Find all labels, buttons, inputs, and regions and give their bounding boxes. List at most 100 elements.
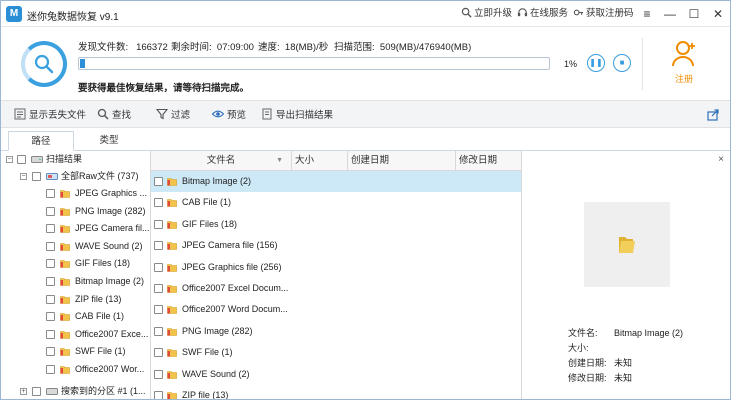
show-lost-files-button[interactable]: 显示丢失文件 (14, 108, 86, 122)
tree-checkbox[interactable] (46, 206, 55, 216)
tree-label: JPEG Camera fil... (75, 223, 150, 234)
row-checkbox[interactable] (154, 177, 163, 186)
column-size[interactable]: 大小 (292, 151, 348, 171)
preview-button[interactable]: 预览 (212, 108, 246, 122)
preview-close-button[interactable]: × (718, 154, 724, 165)
folder-icon (60, 242, 70, 251)
upgrade-link[interactable]: 立即升级 (461, 7, 512, 21)
tree-item[interactable]: WAVE Sound (2) (1, 238, 150, 255)
tree-item[interactable]: CAB File (1) (1, 308, 150, 325)
tab-path[interactable]: 路径 (8, 131, 74, 151)
tree-checkbox[interactable] (46, 277, 55, 286)
tree-item[interactable]: JPEG Graphics ... (1, 185, 150, 202)
preview-label: 预览 (227, 110, 247, 121)
tree-item-raw-files[interactable]: − 全部Raw文件 (737) (1, 168, 150, 185)
table-row[interactable]: Bitmap Image (2) (151, 171, 521, 192)
tree-item[interactable]: JPEG Camera fil... (1, 220, 150, 237)
tree-item[interactable]: Bitmap Image (2) (1, 273, 150, 290)
expand-toggle[interactable]: + (20, 388, 27, 395)
tree-item-scan-results[interactable]: − 扫描结果 (1, 151, 150, 168)
tree-item[interactable]: GIF Files (18) (1, 255, 150, 272)
row-checkbox[interactable] (154, 262, 163, 272)
table-row[interactable]: WAVE Sound (2) (151, 364, 521, 385)
filter-icon (156, 108, 168, 120)
tree-checkbox[interactable] (46, 294, 55, 304)
table-row[interactable]: SWF File (1) (151, 342, 521, 363)
register-button[interactable]: 注册 (667, 40, 701, 85)
pause-button[interactable]: ❚❚ (587, 54, 605, 72)
tree-item[interactable]: Office2007 Exce... (1, 326, 150, 343)
tree-checkbox[interactable] (17, 155, 26, 164)
row-filename: SWF File (1) (182, 347, 233, 358)
column-filename[interactable]: 文件名 ▼ (151, 151, 292, 171)
table-row[interactable]: JPEG Graphics file (256) (151, 257, 521, 278)
tree-label: SWF File (1) (75, 346, 126, 357)
online-service-label: 在线服务 (530, 8, 569, 19)
folder-icon (167, 178, 177, 186)
row-checkbox[interactable] (154, 305, 163, 315)
tree-label: 搜索到的分区 #1 (1... (61, 386, 146, 396)
row-checkbox[interactable] (154, 348, 163, 358)
tree-checkbox[interactable] (32, 172, 41, 181)
export-results-button[interactable]: 导出扫描结果 (261, 108, 333, 122)
export-results-label: 导出扫描结果 (276, 110, 334, 121)
tree-label: 全部Raw文件 (737) (61, 171, 139, 181)
get-code-link[interactable]: 获取注册码 (573, 7, 634, 21)
tree-checkbox[interactable] (46, 189, 55, 198)
tree-checkbox[interactable] (46, 259, 55, 269)
row-checkbox[interactable] (154, 284, 163, 293)
row-checkbox[interactable] (154, 219, 163, 229)
table-row[interactable]: PNG Image (282) (151, 321, 521, 342)
folder-icon (167, 242, 177, 250)
tree-checkbox[interactable] (46, 329, 55, 339)
tree-item[interactable]: Office2007 Wor... (1, 361, 150, 378)
preview-filename-label: 文件名: (568, 328, 598, 338)
row-checkbox[interactable] (154, 369, 163, 379)
tree-checkbox[interactable] (32, 387, 41, 396)
column-created[interactable]: 创建日期 (348, 151, 456, 171)
remaining-time-info: 剩余时间: 07:09:00 (171, 39, 254, 53)
filter-button[interactable]: 过滤 (156, 108, 190, 122)
scan-message: 要获得最佳恢复结果，请等待扫描完成。 (78, 83, 250, 94)
folder-icon (167, 327, 177, 336)
row-checkbox[interactable] (154, 326, 163, 336)
find-button[interactable]: 查找 (97, 108, 131, 122)
collapse-toggle[interactable]: − (6, 156, 13, 163)
column-modified[interactable]: 修改日期 (456, 151, 521, 171)
minimize-button[interactable]: — (661, 5, 679, 23)
table-row[interactable]: ZIP file (13) (151, 385, 521, 399)
tree-checkbox[interactable] (46, 224, 55, 234)
tree-item[interactable]: PNG Image (282) (1, 203, 150, 220)
close-button[interactable]: ✕ (709, 5, 727, 23)
tree-checkbox[interactable] (46, 365, 55, 374)
table-row[interactable]: Office2007 Word Docum... (151, 299, 521, 320)
menu-button[interactable]: ≡ (638, 5, 656, 23)
row-checkbox[interactable] (154, 198, 163, 208)
raw-files-icon (46, 173, 58, 180)
folder-icon (60, 295, 70, 304)
maximize-button[interactable]: ☐ (685, 5, 703, 23)
found-files-info: 发现文件数: 166372 (78, 39, 168, 53)
tree-item[interactable]: ZIP file (13) (1, 291, 150, 308)
table-row[interactable]: GIF Files (18) (151, 214, 521, 235)
tree-checkbox[interactable] (46, 241, 55, 251)
online-service-link[interactable]: 在线服务 (517, 7, 568, 21)
scan-range-value: 509(MB)/476940(MB) (379, 42, 472, 53)
result-tree: − 扫描结果 − 全部Raw文件 (737) JPEG Graphics ...… (1, 151, 151, 399)
table-row[interactable]: CAB File (1) (151, 192, 521, 213)
folder-icon (60, 278, 70, 286)
column-filename-label: 文件名 (206, 155, 236, 166)
tree-item-partition[interactable]: + 搜索到的分区 #1 (1... (1, 383, 150, 399)
table-row[interactable]: Office2007 Excel Docum... (151, 278, 521, 299)
row-checkbox[interactable] (154, 241, 163, 251)
tree-item[interactable]: SWF File (1) (1, 343, 150, 360)
stop-button[interactable]: ■ (613, 54, 631, 72)
share-icon[interactable] (707, 108, 720, 121)
tree-checkbox[interactable] (46, 312, 55, 322)
tree-checkbox[interactable] (46, 347, 55, 357)
remaining-time-label: 剩余时间: (171, 42, 212, 53)
tab-type[interactable]: 类型 (76, 131, 142, 151)
row-checkbox[interactable] (154, 391, 163, 399)
table-row[interactable]: JPEG Camera file (156) (151, 235, 521, 256)
collapse-toggle[interactable]: − (20, 173, 27, 180)
